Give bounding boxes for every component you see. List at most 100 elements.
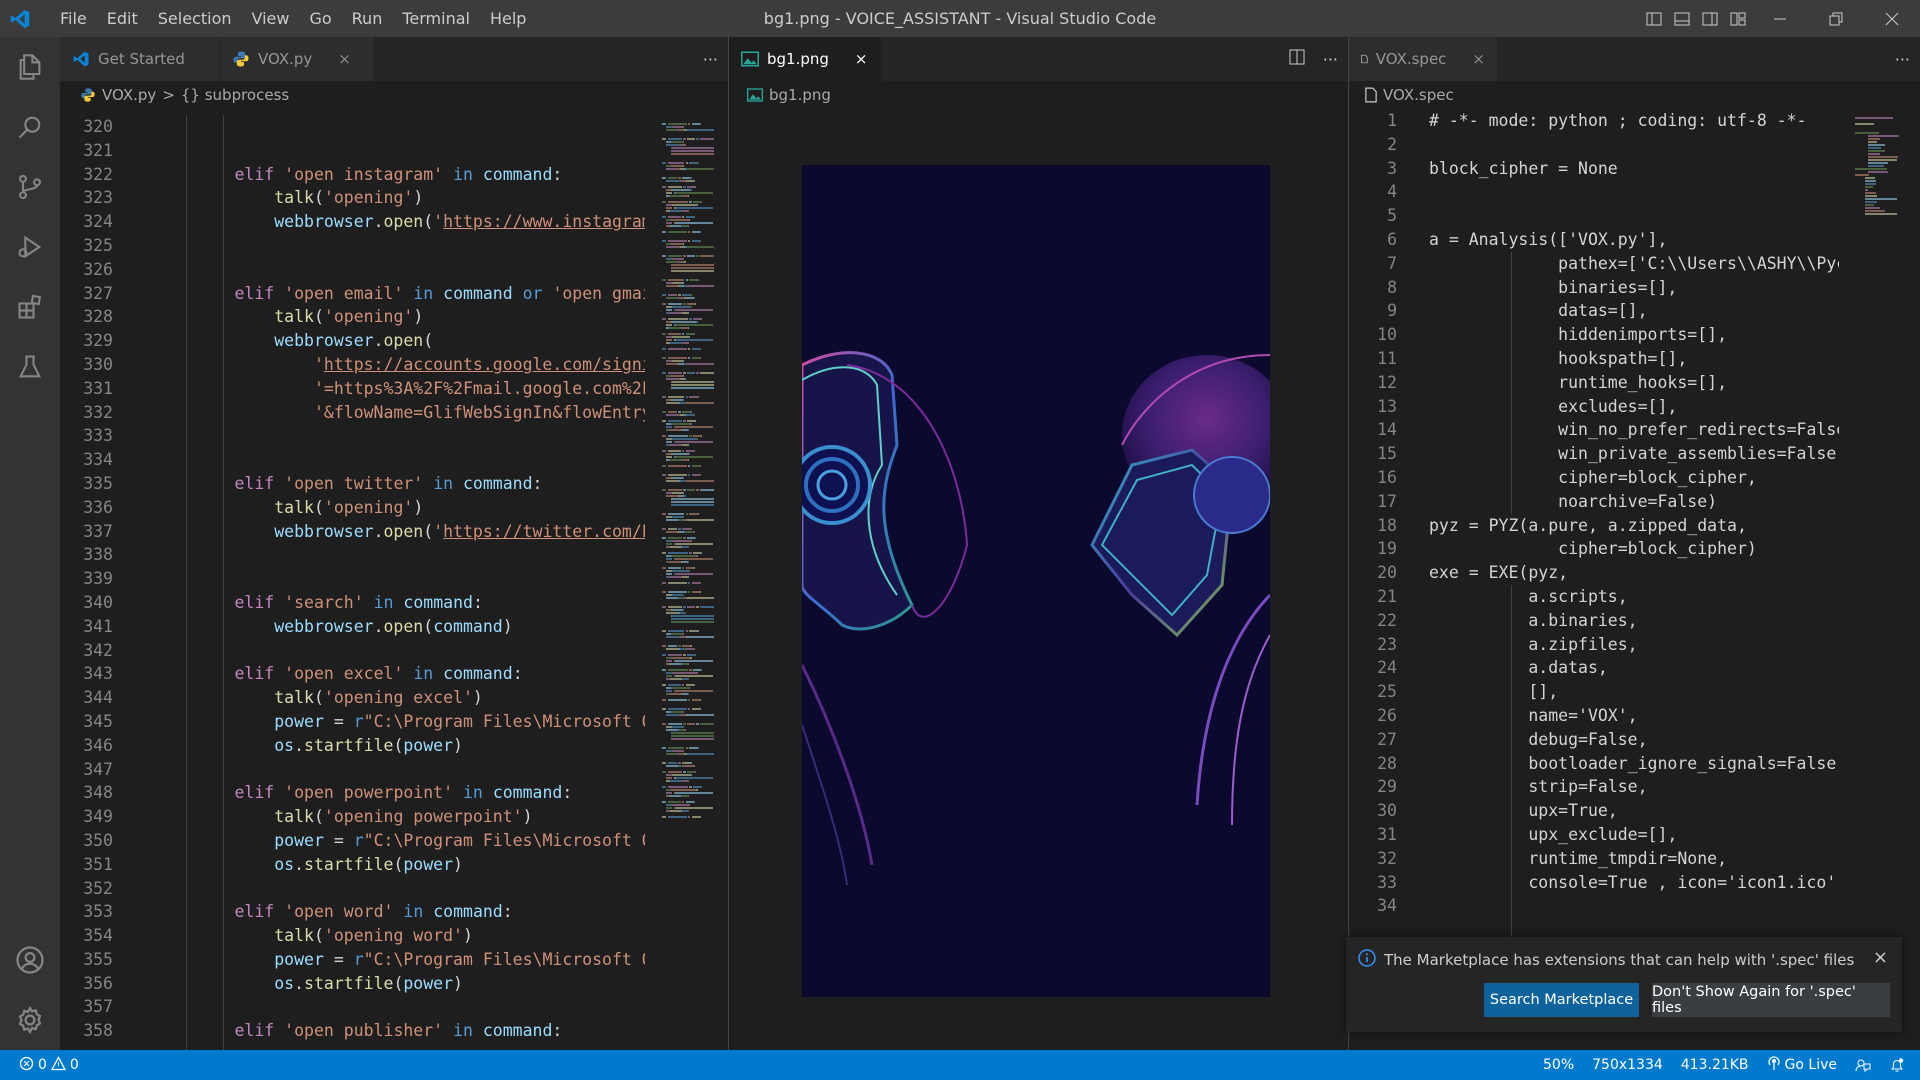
code-line[interactable]: 6 a = Analysis(['VOX.py'], [1349,228,1839,252]
code-line[interactable]: 343 elif 'open excel' in command: [60,662,645,686]
breadcrumb-file[interactable]: bg1.png [769,86,831,104]
breadcrumb-file[interactable]: VOX.spec [1383,86,1454,104]
code-line[interactable]: 29 strip=False, [1349,775,1839,799]
code-line[interactable]: 31 upx_exclude=[], [1349,823,1839,847]
toggle-panel-icon[interactable] [1668,0,1696,37]
flask-icon[interactable] [0,337,60,397]
code-line[interactable]: 331 '=https%3A%2F%2Fmail.google.com%2Fma [60,377,645,401]
code-line[interactable]: 24 a.datas, [1349,656,1839,680]
code-line[interactable]: 26 name='VOX', [1349,704,1839,728]
code-line[interactable]: 15 win_private_assemblies=False, [1349,442,1839,466]
extensions-icon[interactable] [0,277,60,337]
code-line[interactable]: 334 [60,448,645,472]
breadcrumb-symbol[interactable]: {} subprocess [181,86,289,104]
minimap[interactable] [1849,109,1920,1050]
code-line[interactable]: 9 datas=[], [1349,299,1839,323]
image-preview[interactable] [792,165,1292,997]
code-line[interactable]: 358 elif 'open publisher' in command: [60,1019,645,1043]
breadcrumb-file[interactable]: VOX.py [102,86,156,104]
code-line[interactable]: 19 cipher=block_cipher) [1349,537,1839,561]
restore-icon[interactable] [1808,0,1864,37]
search-icon[interactable] [0,97,60,157]
close-tab-icon[interactable]: × [855,50,868,68]
go-live-button[interactable]: Go Live [1758,1055,1846,1075]
code-line[interactable]: 330 'https://accounts.google.com/signin/ [60,353,645,377]
close-tab-icon[interactable]: × [1472,50,1485,68]
code-line[interactable]: 335 elif 'open twitter' in command: [60,472,645,496]
source-control-icon[interactable] [0,157,60,217]
code-line[interactable]: 326 [60,258,645,282]
code-line[interactable]: 23 a.zipfiles, [1349,633,1839,657]
code-line[interactable]: 325 [60,234,645,258]
menu-help[interactable]: Help [480,9,536,28]
code-line[interactable]: 345 power = r"C:\Program Files\Microsoft… [60,710,645,734]
code-line[interactable]: 14 win_no_prefer_redirects=False, [1349,418,1839,442]
search-marketplace-button[interactable]: Search Marketplace [1484,983,1639,1017]
code-line[interactable]: 332 '&flowName=GlifWebSignIn&flowEntry=S [60,401,645,425]
dont-show-again-button[interactable]: Don't Show Again for '.spec' files [1652,983,1890,1017]
code-line[interactable]: 339 [60,567,645,591]
code-line[interactable]: 16 cipher=block_cipher, [1349,466,1839,490]
close-window-icon[interactable] [1864,0,1920,37]
customize-layout-icon[interactable] [1724,0,1752,37]
code-line[interactable]: 27 debug=False, [1349,728,1839,752]
code-line[interactable]: 320 [60,115,645,139]
code-line[interactable]: 353 elif 'open word' in command: [60,900,645,924]
code-line[interactable]: 3 block_cipher = None [1349,157,1839,181]
code-line[interactable]: 13 excludes=[], [1349,395,1839,419]
code-line[interactable]: 5 [1349,204,1839,228]
code-line[interactable]: 348 elif 'open powerpoint' in command: [60,781,645,805]
code-line[interactable]: 28 bootloader_ignore_signals=False, [1349,752,1839,776]
menu-view[interactable]: View [242,9,300,28]
code-line[interactable]: 32 runtime_tmpdir=None, [1349,847,1839,871]
code-line[interactable]: 324 webbrowser.open('https://www.instagr… [60,210,645,234]
menu-selection[interactable]: Selection [148,9,242,28]
code-line[interactable]: 7 pathex=['C:\\Users\\ASHY\\Pycha [1349,252,1839,276]
code-line[interactable]: 347 [60,758,645,782]
code-line[interactable]: 322 elif 'open instagram' in command: [60,163,645,187]
code-line[interactable]: 327 elif 'open email' in command or 'ope… [60,282,645,306]
minimize-icon[interactable] [1752,0,1808,37]
code-line[interactable]: 341 webbrowser.open(command) [60,615,645,639]
code-line[interactable]: 8 binaries=[], [1349,276,1839,300]
code-line[interactable]: 357 [60,995,645,1019]
split-editor-icon[interactable] [1289,49,1305,69]
feedback-icon[interactable] [1846,1057,1880,1073]
menu-go[interactable]: Go [299,9,341,28]
code-line[interactable]: 328 talk('opening') [60,305,645,329]
code-line[interactable]: 20 exe = EXE(pyz, [1349,561,1839,585]
tab-vox-spec[interactable]: VOX.spec × [1349,37,1498,81]
account-icon[interactable] [0,930,60,990]
run-debug-icon[interactable] [0,217,60,277]
more-actions-icon[interactable]: ··· [1895,50,1910,69]
code-line[interactable]: 351 os.startfile(power) [60,853,645,877]
menu-file[interactable]: File [50,9,97,28]
more-actions-icon[interactable]: ··· [703,50,718,69]
files-icon[interactable] [0,37,60,97]
code-line[interactable]: 4 [1349,180,1839,204]
code-line[interactable]: 349 talk('opening powerpoint') [60,805,645,829]
code-line[interactable]: 337 webbrowser.open('https://twitter.com… [60,520,645,544]
code-line[interactable]: 354 talk('opening word') [60,924,645,948]
code-line[interactable]: 342 [60,639,645,663]
menu-run[interactable]: Run [342,9,393,28]
gear-icon[interactable] [0,990,60,1050]
code-line[interactable]: 356 os.startfile(power) [60,972,645,996]
close-tab-icon[interactable]: × [338,50,351,68]
tab-get-started[interactable]: Get Started [60,37,220,81]
code-line[interactable]: 333 [60,424,645,448]
code-line[interactable]: 321 [60,139,645,163]
code-line[interactable]: 34 [1349,894,1839,918]
code-line[interactable]: 25 [], [1349,680,1839,704]
code-line[interactable]: 11 hookspath=[], [1349,347,1839,371]
code-line[interactable]: 10 hiddenimports=[], [1349,323,1839,347]
code-line[interactable]: 340 elif 'search' in command: [60,591,645,615]
code-line[interactable]: 22 a.binaries, [1349,609,1839,633]
code-editor-vox-py[interactable]: 320 321 322 elif 'open instagram' in comm… [60,115,645,1050]
tab-vox-py[interactable]: VOX.py × [220,37,375,81]
code-line[interactable]: 323 talk('opening') [60,186,645,210]
code-line[interactable]: 355 power = r"C:\Program Files\Microsoft… [60,948,645,972]
toggle-primary-sidebar-icon[interactable] [1640,0,1668,37]
code-line[interactable]: 346 os.startfile(power) [60,734,645,758]
code-line[interactable]: 352 [60,877,645,901]
